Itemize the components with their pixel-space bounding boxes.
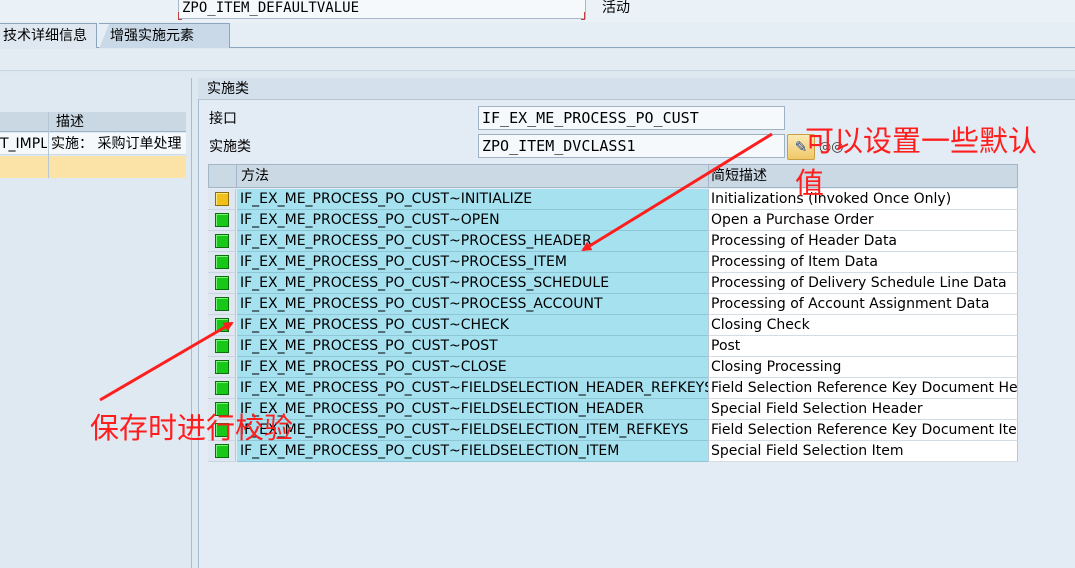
- method-description-cell: Special Field Selection Header: [708, 399, 1018, 420]
- row-selector[interactable]: [208, 189, 236, 210]
- status-light-icon: [215, 360, 229, 374]
- method-description-cell: Closing Check: [708, 315, 1018, 336]
- method-row[interactable]: IF_EX_ME_PROCESS_PO_CUST~INITIALIZE Initi…: [208, 189, 1018, 210]
- method-name-cell[interactable]: IF_EX_ME_PROCESS_PO_CUST~CHECK: [237, 315, 708, 336]
- method-name-cell[interactable]: IF_EX_ME_PROCESS_PO_CUST~FIELDSELECTION_…: [237, 420, 708, 441]
- annotation-check-on-save: 保存时进行校验: [90, 411, 294, 445]
- row-selector[interactable]: [208, 273, 236, 294]
- toolbar-band: [0, 49, 1075, 71]
- select-all-cell[interactable]: [209, 165, 237, 187]
- method-row[interactable]: IF_EX_ME_PROCESS_PO_CUST~PROCESS_ACCOUNT…: [208, 294, 1018, 315]
- status-light-icon: [215, 213, 229, 227]
- status-light-icon: [215, 255, 229, 269]
- row-selector[interactable]: [208, 378, 236, 399]
- tab-technical-details[interactable]: 技术详细信息: [0, 23, 97, 48]
- method-row[interactable]: IF_EX_ME_PROCESS_PO_CUST~FIELDSELECTION_…: [208, 441, 1018, 462]
- method-name-cell[interactable]: IF_EX_ME_PROCESS_PO_CUST~FIELDSELECTION_…: [237, 441, 708, 462]
- interface-field[interactable]: IF_EX_ME_PROCESS_PO_CUST: [478, 106, 785, 130]
- method-row[interactable]: IF_EX_ME_PROCESS_PO_CUST~CLOSE Closing Pr…: [208, 357, 1018, 378]
- panel-title-bar: [198, 78, 1075, 100]
- annotation-default-values-cont: 值: [795, 166, 825, 200]
- status-light-icon: [215, 276, 229, 290]
- method-description-cell: Post: [708, 336, 1018, 357]
- row-selector[interactable]: [208, 294, 236, 315]
- method-row[interactable]: IF_EX_ME_PROCESS_PO_CUST~OPEN Open a Purc…: [208, 210, 1018, 231]
- field-focus-mark-left: [178, 12, 182, 20]
- row-selector[interactable]: [208, 336, 236, 357]
- method-description-cell: Processing of Item Data: [708, 252, 1018, 273]
- implementation-class-field[interactable]: ZPO_ITEM_DVCLASS1: [478, 134, 785, 158]
- method-name-cell[interactable]: IF_EX_ME_PROCESS_PO_CUST~PROCESS_ITEM: [237, 252, 708, 273]
- left-column-divider: [48, 112, 49, 178]
- method-name-cell[interactable]: IF_EX_ME_PROCESS_PO_CUST~POST: [237, 336, 708, 357]
- method-description-cell: Special Field Selection Item: [708, 441, 1018, 462]
- status-light-icon: [215, 381, 229, 395]
- status-light-icon: [215, 234, 229, 248]
- method-row[interactable]: IF_EX_ME_PROCESS_PO_CUST~FIELDSELECTION_…: [208, 378, 1018, 399]
- method-row[interactable]: IF_EX_ME_PROCESS_PO_CUST~POST Post: [208, 336, 1018, 357]
- field-focus-mark-right: [581, 12, 585, 20]
- method-name-cell[interactable]: IF_EX_ME_PROCESS_PO_CUST~FIELDSELECTION_…: [237, 378, 708, 399]
- method-row[interactable]: IF_EX_ME_PROCESS_PO_CUST~CHECK Closing Ch…: [208, 315, 1018, 336]
- method-name-cell[interactable]: IF_EX_ME_PROCESS_PO_CUST~PROCESS_SCHEDUL…: [237, 273, 708, 294]
- method-row[interactable]: IF_EX_ME_PROCESS_PO_CUST~PROCESS_ITEM Pro…: [208, 252, 1018, 273]
- status-light-icon: [215, 318, 229, 332]
- enhancement-implementation-field[interactable]: ZPO_ITEM_DEFAULTVALUE: [178, 0, 586, 19]
- left-table-header: [0, 112, 186, 132]
- method-row[interactable]: IF_EX_ME_PROCESS_PO_CUST~FIELDSELECTION_…: [208, 420, 1018, 441]
- left-column-header-description: 描述: [56, 114, 84, 130]
- row-selector[interactable]: [208, 357, 236, 378]
- row-selector[interactable]: [208, 252, 236, 273]
- left-row-id: T_IMPL: [0, 136, 47, 152]
- column-header-short-description[interactable]: 简短描述: [711, 165, 767, 187]
- left-row-description: 实施： 采购订单处理: [51, 136, 182, 152]
- column-divider[interactable]: [708, 165, 709, 187]
- method-name-cell[interactable]: IF_EX_ME_PROCESS_PO_CUST~PROCESS_ACCOUNT: [237, 294, 708, 315]
- method-row[interactable]: IF_EX_ME_PROCESS_PO_CUST~PROCESS_SCHEDUL…: [208, 273, 1018, 294]
- column-header-method[interactable]: 方法: [241, 165, 269, 187]
- interface-label: 接口: [209, 111, 237, 127]
- method-description-cell: Processing of Account Assignment Data: [708, 294, 1018, 315]
- status-label: 活动: [602, 0, 630, 16]
- row-selector[interactable]: [208, 210, 236, 231]
- method-description-cell: Initializations (Invoked Once Only): [708, 189, 1018, 210]
- status-light-icon: [215, 339, 229, 353]
- annotation-default-values: 可以设置一些默认: [805, 124, 1038, 158]
- method-description-cell: Processing of Delivery Schedule Line Dat…: [708, 273, 1018, 294]
- method-description-cell: Field Selection Reference Key Document H…: [708, 378, 1018, 399]
- method-description-cell: Open a Purchase Order: [708, 210, 1018, 231]
- status-light-icon: [215, 444, 229, 458]
- method-row[interactable]: IF_EX_ME_PROCESS_PO_CUST~FIELDSELECTION_…: [208, 399, 1018, 420]
- status-light-icon: [215, 297, 229, 311]
- method-name-cell[interactable]: IF_EX_ME_PROCESS_PO_CUST~CLOSE: [237, 357, 708, 378]
- method-description-cell: Processing of Header Data: [708, 231, 1018, 252]
- method-description-cell: Closing Processing: [708, 357, 1018, 378]
- method-row[interactable]: IF_EX_ME_PROCESS_PO_CUST~PROCESS_HEADER P…: [208, 231, 1018, 252]
- method-description-cell: Field Selection Reference Key Document I…: [708, 420, 1018, 441]
- row-selector[interactable]: [208, 231, 236, 252]
- panel-title: 实施类: [207, 81, 249, 97]
- method-name-cell[interactable]: IF_EX_ME_PROCESS_PO_CUST~PROCESS_HEADER: [237, 231, 708, 252]
- tab-enhancement-elements[interactable]: 增强实施元素: [99, 23, 230, 49]
- method-name-cell[interactable]: IF_EX_ME_PROCESS_PO_CUST~FIELDSELECTION_…: [237, 399, 708, 420]
- implementation-class-label: 实施类: [209, 139, 251, 155]
- method-name-cell[interactable]: IF_EX_ME_PROCESS_PO_CUST~INITIALIZE: [237, 189, 708, 210]
- status-light-icon: [215, 192, 229, 206]
- row-selector[interactable]: [208, 315, 236, 336]
- left-table-row-selected[interactable]: [0, 156, 186, 178]
- methods-table-header: 方法 简短描述: [208, 164, 1018, 188]
- method-name-cell[interactable]: IF_EX_ME_PROCESS_PO_CUST~OPEN: [237, 210, 708, 231]
